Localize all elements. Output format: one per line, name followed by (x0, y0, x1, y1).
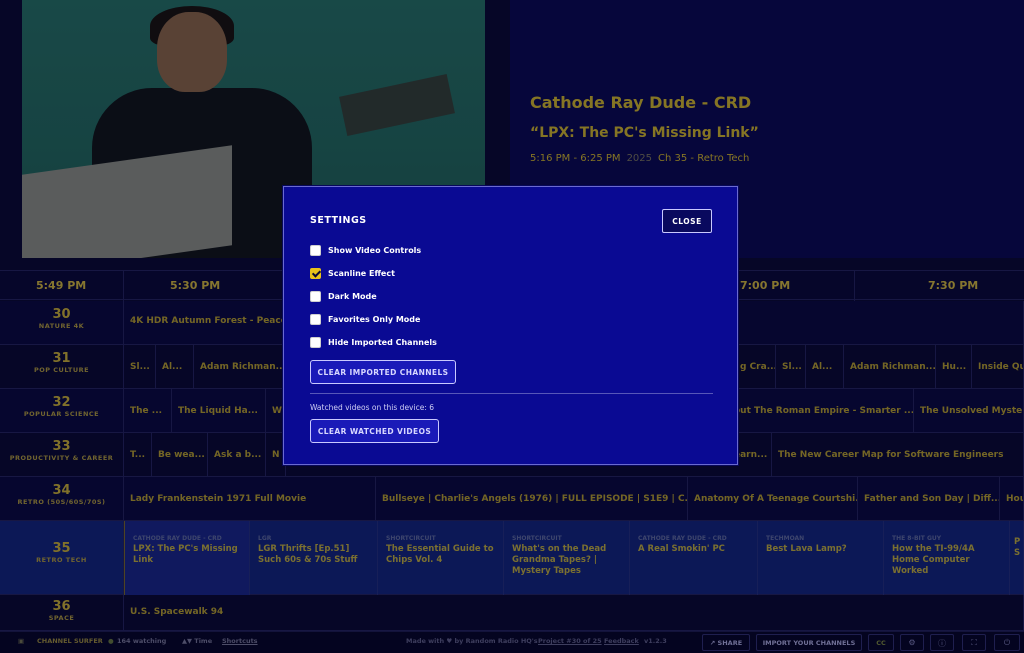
checkbox[interactable] (310, 244, 321, 256)
checkbox[interactable] (310, 290, 321, 302)
settings-title: SETTINGS (310, 215, 367, 226)
close-button[interactable]: CLOSE (662, 209, 712, 233)
option-show-video-controls[interactable]: Show Video Controls (310, 243, 421, 257)
option-label: Show Video Controls (328, 245, 422, 255)
clear-watched-videos-button[interactable]: CLEAR WATCHED VIDEOS (310, 419, 439, 443)
option-label: Dark Mode (328, 291, 377, 301)
option-hide-imported[interactable]: Hide Imported Channels (310, 335, 437, 349)
option-scanline-effect[interactable]: Scanline Effect (310, 266, 395, 280)
clear-imported-channels-button[interactable]: CLEAR IMPORTED CHANNELS (310, 360, 456, 384)
option-label: Scanline Effect (328, 268, 395, 278)
settings-modal: SETTINGS CLOSE Show Video Controls Scanl… (283, 186, 738, 465)
checkbox[interactable] (310, 336, 321, 348)
option-favorites-only[interactable]: Favorites Only Mode (310, 312, 420, 326)
option-label: Hide Imported Channels (328, 337, 437, 347)
divider (310, 393, 713, 394)
option-label: Favorites Only Mode (328, 314, 421, 324)
watched-count: Watched videos on this device: 6 (310, 403, 434, 412)
checkbox-checked[interactable] (310, 267, 321, 279)
checkbox[interactable] (310, 313, 321, 325)
option-dark-mode[interactable]: Dark Mode (310, 289, 377, 303)
